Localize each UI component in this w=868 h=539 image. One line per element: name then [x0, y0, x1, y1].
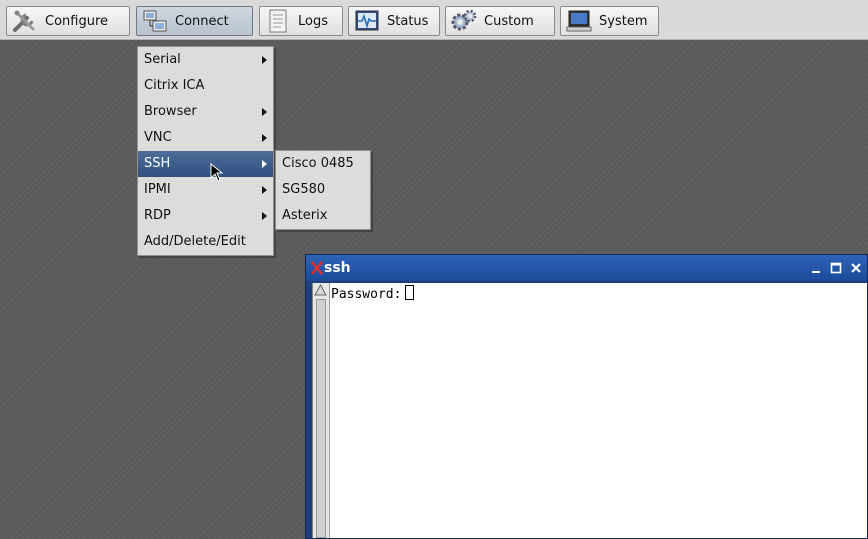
submenu-item-cisco-0485[interactable]: Cisco 0485 — [276, 151, 370, 177]
pulse-monitor-icon — [353, 9, 381, 33]
menu-item-citrix-ica[interactable]: Citrix ICA — [138, 73, 273, 99]
terminal-output: Password: — [331, 285, 415, 302]
document-icon — [264, 9, 292, 33]
scroll-up-icon[interactable] — [314, 284, 327, 296]
menu-item-label: IPMI — [144, 182, 171, 197]
computer-icon — [565, 9, 593, 33]
close-icon — [851, 263, 861, 273]
menu-item-label: SSH — [144, 156, 171, 171]
submenu-arrow-icon — [262, 108, 267, 116]
connect-menu: Serial Citrix ICA Browser VNC SSH IPMI R… — [137, 46, 274, 256]
ssh-submenu: Cisco 0485 SG580 Asterix — [275, 150, 371, 230]
submenu-item-label: SG580 — [282, 182, 326, 197]
submenu-item-label: Asterix — [282, 208, 328, 223]
custom-label: Custom — [484, 13, 534, 29]
logs-label: Logs — [298, 13, 328, 29]
ssh-terminal-window: ssh Password: — [305, 254, 868, 539]
submenu-item-label: Cisco 0485 — [282, 156, 354, 171]
submenu-item-asterix[interactable]: Asterix — [276, 203, 370, 229]
close-button[interactable] — [847, 259, 865, 277]
minimize-button[interactable] — [807, 259, 825, 277]
menu-item-browser[interactable]: Browser — [138, 99, 273, 125]
submenu-arrow-icon — [262, 160, 267, 168]
scrollbar-track[interactable] — [316, 299, 326, 538]
mouse-pointer-icon — [210, 163, 224, 182]
menu-item-ipmi[interactable]: IPMI — [138, 177, 273, 203]
terminal-titlebar[interactable]: ssh — [306, 255, 867, 281]
menu-item-label: VNC — [144, 130, 172, 145]
menu-item-vnc[interactable]: VNC — [138, 125, 273, 151]
terminal-scrollbar[interactable] — [313, 283, 330, 538]
menu-item-label: RDP — [144, 208, 171, 223]
menu-item-ssh[interactable]: SSH — [138, 151, 273, 177]
submenu-arrow-icon — [262, 186, 267, 194]
status-label: Status — [387, 13, 429, 29]
system-button[interactable]: System — [560, 6, 659, 36]
submenu-arrow-icon — [262, 134, 267, 142]
custom-button[interactable]: Custom — [445, 6, 555, 36]
maximize-icon — [830, 262, 842, 274]
connect-button[interactable]: Connect — [136, 6, 253, 36]
configure-button[interactable]: Configure — [6, 6, 130, 36]
gears-icon — [450, 9, 478, 33]
menu-item-rdp[interactable]: RDP — [138, 203, 273, 229]
x-app-icon — [311, 261, 323, 275]
password-prompt: Password: — [331, 287, 402, 302]
terminal-body[interactable]: Password: — [312, 283, 867, 538]
menu-item-label: Serial — [144, 52, 181, 67]
connect-label: Connect — [175, 13, 229, 29]
status-button[interactable]: Status — [348, 6, 440, 36]
menu-item-serial[interactable]: Serial — [138, 47, 273, 73]
configure-label: Configure — [45, 13, 109, 29]
menu-item-label: Browser — [144, 104, 197, 119]
terminal-title: ssh — [324, 260, 351, 276]
menu-item-add-delete-edit[interactable]: Add/Delete/Edit — [138, 229, 273, 255]
menu-item-label: Citrix ICA — [144, 78, 205, 93]
minimize-icon — [812, 271, 820, 273]
system-label: System — [599, 13, 648, 29]
menu-item-label: Add/Delete/Edit — [144, 234, 246, 249]
submenu-arrow-icon — [262, 56, 267, 64]
logs-button[interactable]: Logs — [259, 6, 343, 36]
submenu-item-sg580[interactable]: SG580 — [276, 177, 370, 203]
maximize-button[interactable] — [827, 259, 845, 277]
text-cursor — [405, 285, 415, 300]
network-icon — [141, 9, 169, 33]
top-toolbar: Configure Connect Logs Status Custom Sys… — [0, 0, 868, 40]
submenu-arrow-icon — [262, 212, 267, 220]
tools-icon — [11, 9, 39, 33]
